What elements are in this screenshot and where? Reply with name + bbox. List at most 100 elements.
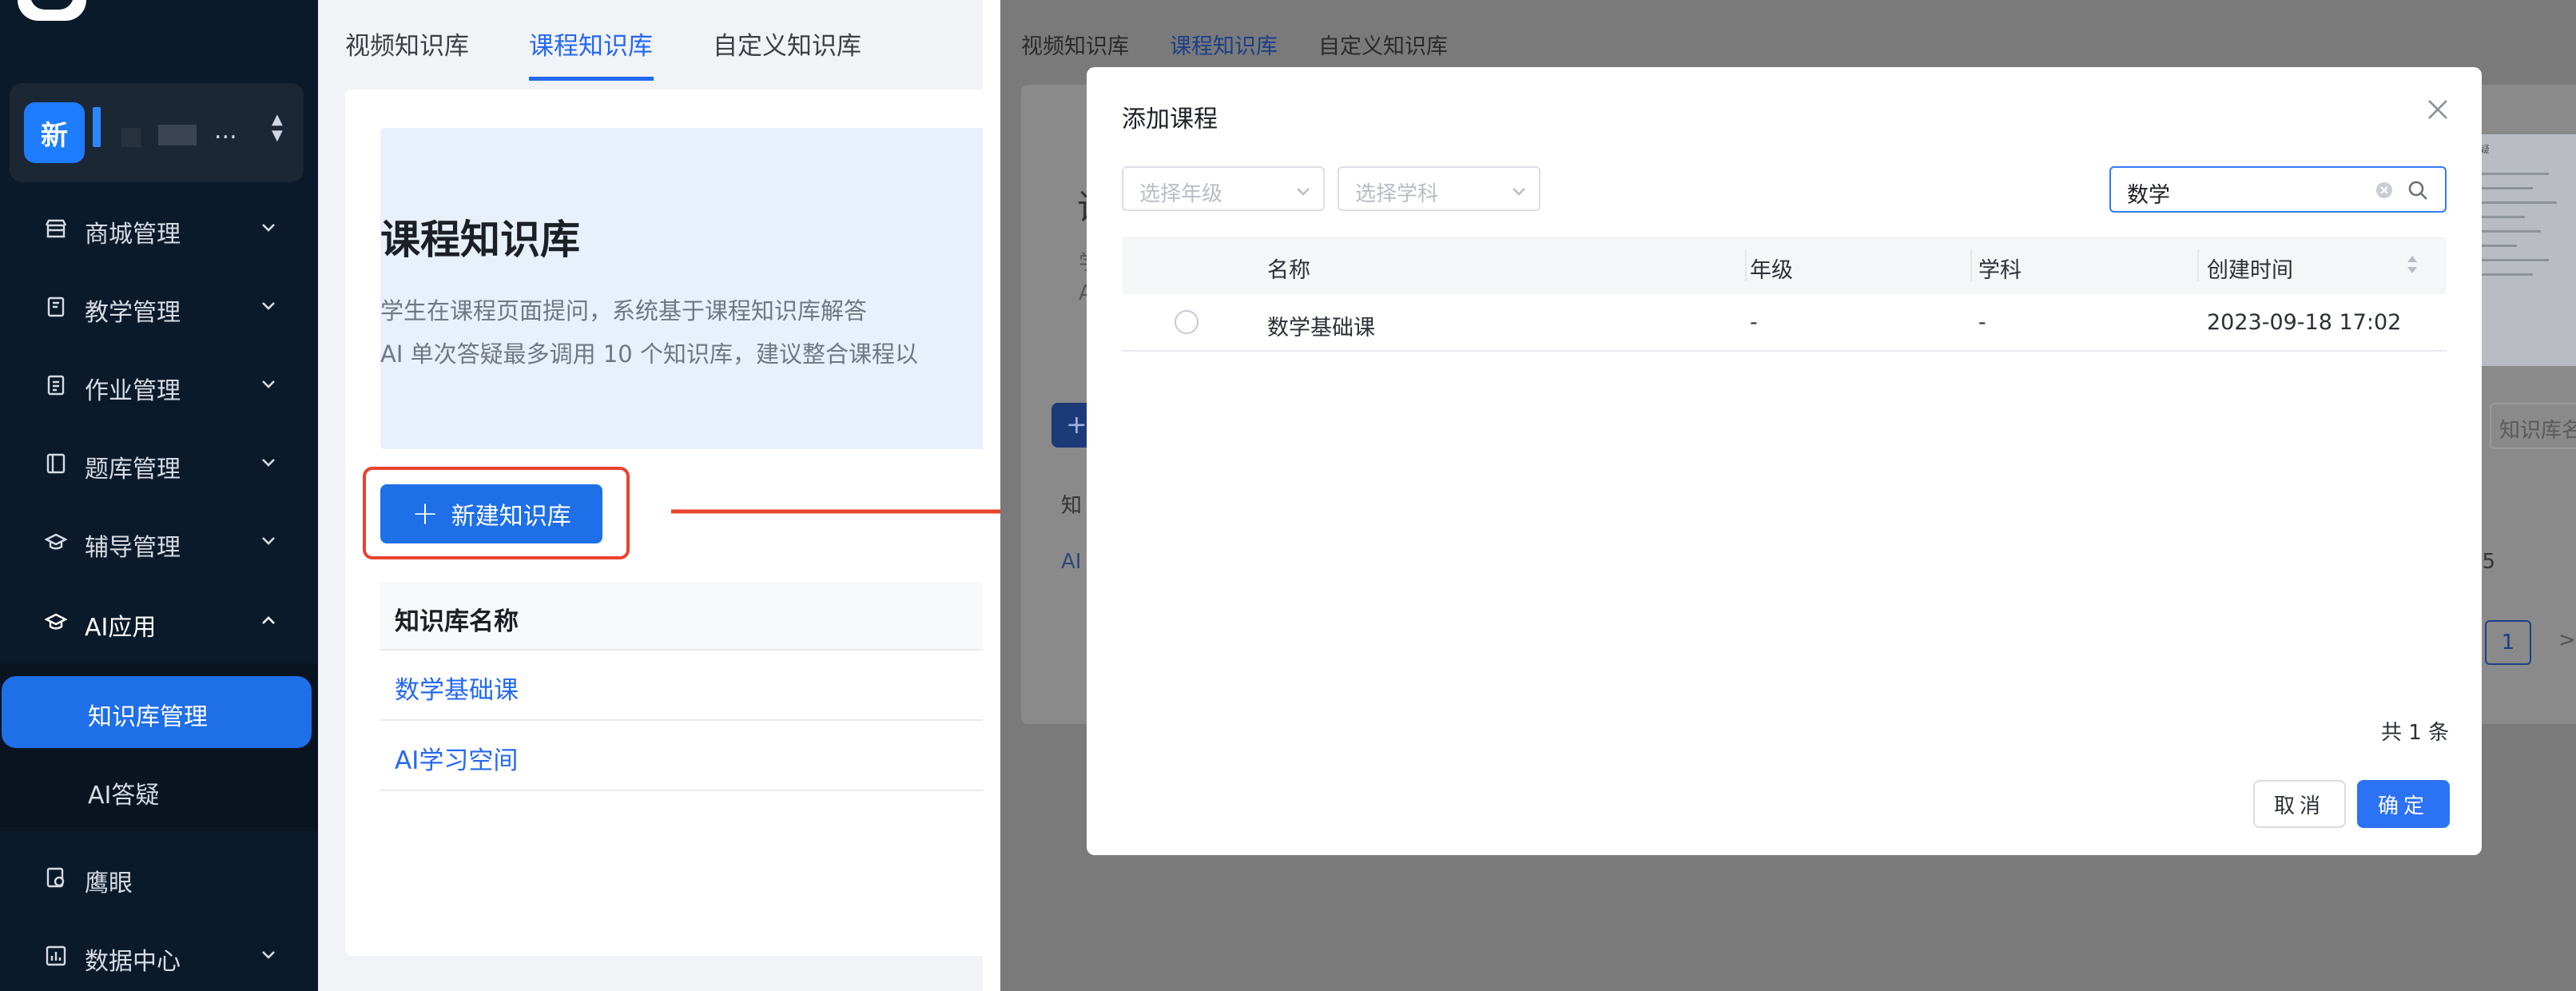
clear-icon[interactable] [2375, 181, 2394, 200]
knowledge-tabs: 视频知识库 课程知识库 自定义知识库 [318, 0, 983, 81]
chevron-down-icon [262, 951, 275, 959]
chevron-down-icon [1297, 188, 1310, 196]
column-header-subject: 学科 [1978, 258, 2021, 283]
column-header-created[interactable]: 创建时间 [2207, 253, 2293, 284]
background-filter-input: 知识库名 [2490, 403, 2576, 449]
sidebar-item-label: AI应用 [85, 614, 157, 642]
plus-icon: + [411, 496, 439, 532]
search-value: 数学 [2127, 183, 2170, 208]
eye-report-icon [46, 867, 65, 888]
sidebar-item-label: 数据中心 [85, 948, 181, 976]
intro-banner [380, 128, 983, 449]
cancel-button[interactable]: 取消 [2253, 780, 2346, 828]
app-logo [18, 0, 86, 21]
table-row: AI学习空间 [380, 721, 983, 791]
chevron-down-icon [262, 380, 275, 388]
sidebar-item-tutoring[interactable]: 辅导管理 [0, 511, 318, 575]
sidebar-item-label: 教学管理 [85, 299, 181, 327]
chevron-down-icon [262, 459, 275, 467]
sidebar-item-label: 知识库管理 [88, 703, 208, 731]
sidebar: 新 ... ▲ ▼ 商城管理 教学管理 作业管理 题库管理 辅导管理 AI应用 … [0, 0, 318, 991]
button-label: 新建知识库 [451, 503, 571, 531]
bar-chart-icon [46, 945, 66, 966]
sidebar-item-label: 辅导管理 [85, 534, 181, 562]
right-screenshot: 视频知识库 课程知识库 自定义知识库 课 学 A + AI答疑 知识库名 知 A… [1000, 0, 2576, 991]
sidebar-item-ai-apps[interactable]: AI应用 [0, 591, 318, 655]
add-course-dialog: 添加课程 选择年级 选择学科 数学 名称 年级 学科 创建时间 数学基础课 - … [1087, 67, 2482, 855]
tab-course-kb[interactable]: 课程知识库 [1170, 29, 1278, 60]
plus-icon: + [1066, 409, 1087, 440]
org-switcher[interactable]: 新 ... ▲ ▼ [10, 83, 304, 182]
org-name-redacted [121, 128, 141, 147]
sidebar-item-teaching[interactable]: 教学管理 [0, 277, 318, 340]
intro-text: AI 单次答疑最多调用 10 个知识库，建议整合课程以 [380, 340, 918, 368]
book-icon [47, 297, 65, 317]
library-icon [46, 453, 66, 474]
sidebar-item-eagle-eye[interactable]: 鹰眼 [0, 847, 318, 911]
tab-custom-kb[interactable]: 自定义知识库 [713, 26, 861, 62]
dialog-title: 添加课程 [1122, 105, 1218, 133]
pagination-next-icon: > [2558, 628, 2576, 652]
close-icon[interactable] [2424, 96, 2451, 123]
table-header: 知识库名称 [380, 582, 983, 651]
table-header: 名称 年级 学科 创建时间 [1122, 237, 2447, 294]
sidebar-item-label: 题库管理 [85, 456, 181, 484]
sidebar-item-data-center[interactable]: 数据中心 [0, 925, 318, 989]
chevron-down-icon [262, 537, 275, 545]
course-name: 数学基础课 [1267, 316, 1375, 340]
column-divider [1745, 249, 1747, 281]
search-input[interactable]: 数学 [2109, 166, 2447, 213]
column-header-name: 名称 [1267, 258, 1310, 283]
background-text: 知 [1061, 494, 1083, 518]
graduation-cap-icon [45, 533, 67, 550]
sidebar-item-question-bank[interactable]: 题库管理 [0, 433, 318, 497]
grade-select[interactable]: 选择年级 [1122, 166, 1325, 211]
pagination-page: 1 [2485, 620, 2531, 665]
chevron-up-icon [262, 616, 275, 624]
tab-video-kb[interactable]: 视频知识库 [345, 26, 469, 62]
tab-custom-kb[interactable]: 自定义知识库 [1318, 29, 1448, 60]
sidebar-item-ai-qa[interactable]: AI答疑 [2, 754, 312, 826]
search-icon[interactable] [2407, 179, 2429, 201]
select-placeholder: 选择学科 [1355, 182, 1439, 206]
chevron-down-icon [262, 302, 275, 310]
total-count: 共 1 条 [2381, 721, 2450, 745]
tab-course-kb[interactable]: 课程知识库 [529, 26, 653, 62]
subject-select[interactable]: 选择学科 [1338, 166, 1540, 211]
column-header-grade: 年级 [1750, 258, 1793, 283]
table-row: 数学基础课 [380, 651, 983, 721]
table-row[interactable]: 数学基础课 - - 2023-09-18 17:02 [1122, 294, 2447, 352]
chevron-down-icon [262, 224, 275, 232]
select-placeholder: 选择年级 [1139, 182, 1223, 206]
intro-text: 学生在课程页面提问，系统基于课程知识库解答 [380, 297, 868, 324]
course-created: 2023-09-18 17:02 [2207, 310, 2402, 335]
confirm-button[interactable]: 确定 [2357, 780, 2450, 828]
sidebar-item-homework[interactable]: 作业管理 [0, 355, 318, 419]
course-subject: - [1978, 310, 1986, 335]
background-text: AI [1061, 550, 1082, 574]
store-icon [45, 219, 67, 238]
column-header: 知识库名称 [395, 607, 519, 636]
org-name-redacted [93, 107, 101, 147]
column-divider [1970, 249, 1972, 281]
kb-link[interactable]: AI学习空间 [395, 740, 518, 776]
sidebar-item-label: 商城管理 [85, 221, 181, 249]
sidebar-item-label: 作业管理 [85, 377, 181, 405]
page-title: 课程知识库 [380, 217, 580, 263]
tab-video-kb[interactable]: 视频知识库 [1021, 29, 1129, 60]
column-divider [2197, 249, 2199, 281]
org-badge: 新 [24, 102, 85, 163]
switch-org-icon[interactable]: ▲ ▼ [272, 112, 283, 144]
org-name-redacted [158, 125, 197, 145]
sidebar-item-knowledge-base[interactable]: 知识库管理 [2, 676, 312, 748]
document-icon [47, 375, 65, 396]
kb-link[interactable]: 数学基础课 [395, 670, 519, 706]
sort-icon[interactable] [2403, 251, 2421, 278]
active-tab-indicator [529, 77, 654, 81]
org-ellipsis: ... [214, 117, 237, 145]
sidebar-item-label: 鹰眼 [85, 870, 133, 897]
sidebar-item-mall[interactable]: 商城管理 [0, 198, 318, 262]
new-knowledge-base-button[interactable]: + 新建知识库 [380, 484, 602, 543]
course-grade: - [1750, 310, 1758, 335]
row-radio[interactable] [1175, 310, 1199, 334]
